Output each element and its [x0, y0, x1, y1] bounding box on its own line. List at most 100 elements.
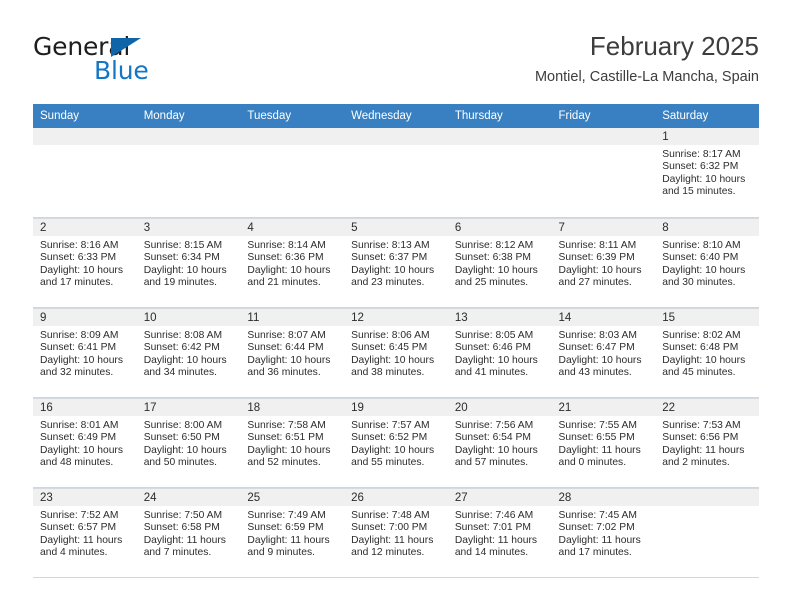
calendar-day-cell[interactable]: 6 Sunrise: 8:12 AM Sunset: 6:38 PM Daylight… [447, 217, 552, 308]
daylight-text-line1: Daylight: 10 hours [558, 264, 642, 276]
sunrise-text: Sunrise: 7:45 AM [558, 510, 637, 521]
day-number: 10 [136, 309, 241, 326]
daylight-text-line2: and 0 minutes. [558, 457, 627, 469]
sunset-text: Sunset: 6:45 PM [351, 342, 428, 354]
sunrise-text: Sunrise: 8:02 AM [662, 330, 741, 341]
calendar-week-row: 2 Sunrise: 8:16 AM Sunset: 6:33 PM Daylight… [33, 217, 759, 308]
daylight-text-line1: Daylight: 10 hours [662, 173, 746, 185]
calendar-day-cell[interactable]: 22 Sunrise: 7:53 AM Sunset: 6:56 PM Dayligh… [655, 397, 759, 488]
daylight-text-line1: Daylight: 10 hours [454, 354, 538, 366]
sunrise-text: Sunrise: 8:00 AM [143, 420, 223, 431]
calendar-day-cell[interactable]: 14 Sunrise: 8:03 AM Sunset: 6:47 PM Dayligh… [551, 307, 656, 398]
day-sun-info: Sunrise: 7:49 AM Sunset: 6:59 PM Daylight:… [240, 506, 344, 560]
day-number: 22 [655, 399, 759, 416]
sunset-text: Sunset: 7:02 PM [558, 522, 635, 534]
sunrise-text: Sunrise: 8:10 AM [662, 240, 741, 251]
weekday-header-tuesday: Tuesday [240, 104, 345, 128]
calendar-day-cell[interactable]: 25 Sunrise: 7:49 AM Sunset: 6:59 PM Dayligh… [240, 487, 345, 578]
daylight-text-line2: and 34 minutes. [143, 367, 217, 379]
calendar-day-cell[interactable]: 18 Sunrise: 7:58 AM Sunset: 6:51 PM Dayligh… [240, 397, 345, 488]
day-sun-info: Sunrise: 7:50 AM Sunset: 6:58 PM Daylight:… [137, 506, 241, 560]
day-number: 17 [136, 399, 241, 416]
calendar-day-cell[interactable]: 13 Sunrise: 8:05 AM Sunset: 6:46 PM Dayligh… [447, 307, 552, 398]
day-number: 20 [447, 399, 552, 416]
calendar-day-cell [33, 128, 137, 218]
calendar-day-cell[interactable]: 5 Sunrise: 8:13 AM Sunset: 6:37 PM Daylight… [344, 217, 448, 308]
day-sun-info: Sunrise: 8:17 AM Sunset: 6:32 PM Daylight:… [655, 145, 759, 199]
day-number: 21 [551, 399, 656, 416]
calendar-day-cell[interactable]: 27 Sunrise: 7:46 AM Sunset: 7:01 PM Dayligh… [447, 487, 552, 578]
calendar-day-cell[interactable]: 16 Sunrise: 8:01 AM Sunset: 6:49 PM Dayligh… [33, 397, 137, 488]
calendar-day-cell[interactable]: 2 Sunrise: 8:16 AM Sunset: 6:33 PM Daylight… [33, 217, 137, 308]
daylight-text-line1: Daylight: 10 hours [40, 354, 123, 366]
calendar-day-cell[interactable]: 19 Sunrise: 7:57 AM Sunset: 6:52 PM Dayligh… [344, 397, 448, 488]
calendar-day-cell[interactable]: 4 Sunrise: 8:14 AM Sunset: 6:36 PM Daylight… [240, 217, 345, 308]
sunrise-text: Sunrise: 7:46 AM [454, 510, 534, 521]
day-number [655, 489, 759, 506]
day-number: 15 [655, 309, 759, 326]
daylight-text-line1: Daylight: 11 hours [662, 444, 745, 456]
daylight-text-line2: and 55 minutes. [351, 457, 425, 469]
day-number: 25 [240, 489, 345, 506]
day-cell-inner: 6 Sunrise: 8:12 AM Sunset: 6:38 PM Daylight… [447, 218, 552, 307]
sunrise-text: Sunrise: 7:52 AM [40, 510, 119, 521]
day-cell-inner: 26 Sunrise: 7:48 AM Sunset: 7:00 PM Dayligh… [344, 488, 448, 577]
day-cell-inner: 3 Sunrise: 8:15 AM Sunset: 6:34 PM Daylight… [136, 218, 241, 307]
calendar-day-cell[interactable]: 28 Sunrise: 7:45 AM Sunset: 7:02 PM Dayligh… [551, 487, 656, 578]
calendar-day-cell[interactable]: 24 Sunrise: 7:50 AM Sunset: 6:58 PM Dayligh… [136, 487, 241, 578]
page-title: February 2025 [589, 31, 759, 61]
daylight-text-line2: and 19 minutes. [143, 277, 217, 289]
daylight-text-line2: and 36 minutes. [247, 367, 321, 379]
day-sun-info: Sunrise: 8:13 AM Sunset: 6:37 PM Daylight:… [344, 236, 448, 290]
sunrise-text: Sunrise: 8:06 AM [351, 330, 430, 341]
daylight-text-line2: and 21 minutes. [247, 277, 321, 289]
calendar-header-row: Sunday Monday Tuesday Wednesday Thursday… [33, 104, 759, 128]
day-sun-info: Sunrise: 7:58 AM Sunset: 6:51 PM Daylight:… [240, 416, 344, 470]
calendar-day-cell[interactable]: 9 Sunrise: 8:09 AM Sunset: 6:41 PM Daylight… [33, 307, 137, 398]
day-sun-info: Sunrise: 7:57 AM Sunset: 6:52 PM Daylight:… [344, 416, 448, 470]
calendar-day-cell[interactable]: 7 Sunrise: 8:11 AM Sunset: 6:39 PM Daylight… [551, 217, 656, 308]
sunset-text: Sunset: 6:39 PM [558, 252, 635, 264]
daylight-text-line2: and 14 minutes. [454, 547, 529, 559]
day-number: 6 [447, 219, 552, 236]
day-number: 8 [655, 219, 759, 236]
daylight-text-line1: Daylight: 11 hours [558, 534, 641, 546]
daylight-text-line1: Daylight: 10 hours [143, 444, 227, 456]
day-number [136, 128, 241, 145]
daylight-text-line1: Daylight: 10 hours [558, 354, 642, 366]
calendar-day-cell[interactable]: 11 Sunrise: 8:07 AM Sunset: 6:44 PM Dayligh… [240, 307, 345, 398]
calendar-week-row: 1 Sunrise: 8:17 AM Sunset: 6:32 PM Daylight… [33, 128, 759, 218]
sunset-text: Sunset: 6:46 PM [454, 342, 531, 354]
calendar-day-cell[interactable]: 1 Sunrise: 8:17 AM Sunset: 6:32 PM Daylight… [655, 128, 759, 218]
sunset-text: Sunset: 6:41 PM [40, 342, 117, 354]
daylight-text-line1: Daylight: 10 hours [662, 354, 746, 366]
calendar-day-cell[interactable]: 20 Sunrise: 7:56 AM Sunset: 6:54 PM Dayligh… [447, 397, 552, 488]
calendar-day-cell[interactable]: 3 Sunrise: 8:15 AM Sunset: 6:34 PM Daylight… [136, 217, 241, 308]
day-number: 24 [136, 489, 241, 506]
calendar-day-cell [344, 128, 448, 218]
sunset-text: Sunset: 6:58 PM [143, 522, 220, 534]
sunrise-text: Sunrise: 7:58 AM [247, 420, 326, 431]
day-sun-info: Sunrise: 7:53 AM Sunset: 6:56 PM Daylight:… [655, 416, 759, 470]
day-cell-inner: 18 Sunrise: 7:58 AM Sunset: 6:51 PM Dayligh… [240, 398, 345, 487]
day-cell-inner: 27 Sunrise: 7:46 AM Sunset: 7:01 PM Dayligh… [447, 488, 552, 577]
day-sun-info: Sunrise: 8:02 AM Sunset: 6:48 PM Daylight:… [655, 326, 759, 380]
calendar-day-cell[interactable]: 26 Sunrise: 7:48 AM Sunset: 7:00 PM Dayligh… [344, 487, 448, 578]
calendar-day-cell[interactable]: 17 Sunrise: 8:00 AM Sunset: 6:50 PM Dayligh… [136, 397, 241, 488]
calendar-day-cell[interactable]: 23 Sunrise: 7:52 AM Sunset: 6:57 PM Dayligh… [33, 487, 137, 578]
day-sun-info: Sunrise: 8:15 AM Sunset: 6:34 PM Daylight:… [137, 236, 241, 290]
calendar-day-cell [655, 487, 759, 578]
calendar-day-cell[interactable]: 8 Sunrise: 8:10 AM Sunset: 6:40 PM Daylight… [655, 217, 759, 308]
day-number: 1 [655, 128, 759, 145]
calendar-day-cell[interactable]: 10 Sunrise: 8:08 AM Sunset: 6:42 PM Dayligh… [136, 307, 241, 398]
day-cell-inner: 14 Sunrise: 8:03 AM Sunset: 6:47 PM Dayligh… [551, 308, 656, 397]
calendar-day-cell[interactable]: 12 Sunrise: 8:06 AM Sunset: 6:45 PM Dayligh… [344, 307, 448, 398]
day-number: 28 [551, 489, 656, 506]
sunset-text: Sunset: 6:33 PM [40, 252, 117, 264]
daylight-text-line1: Daylight: 11 hours [247, 534, 330, 546]
calendar-day-cell[interactable]: 15 Sunrise: 8:02 AM Sunset: 6:48 PM Dayligh… [655, 307, 759, 398]
day-number: 19 [344, 399, 448, 416]
day-sun-info: Sunrise: 8:11 AM Sunset: 6:39 PM Daylight:… [552, 236, 656, 290]
calendar-day-cell[interactable]: 21 Sunrise: 7:55 AM Sunset: 6:55 PM Dayligh… [551, 397, 656, 488]
day-cell-inner: 22 Sunrise: 7:53 AM Sunset: 6:56 PM Dayligh… [655, 398, 759, 487]
